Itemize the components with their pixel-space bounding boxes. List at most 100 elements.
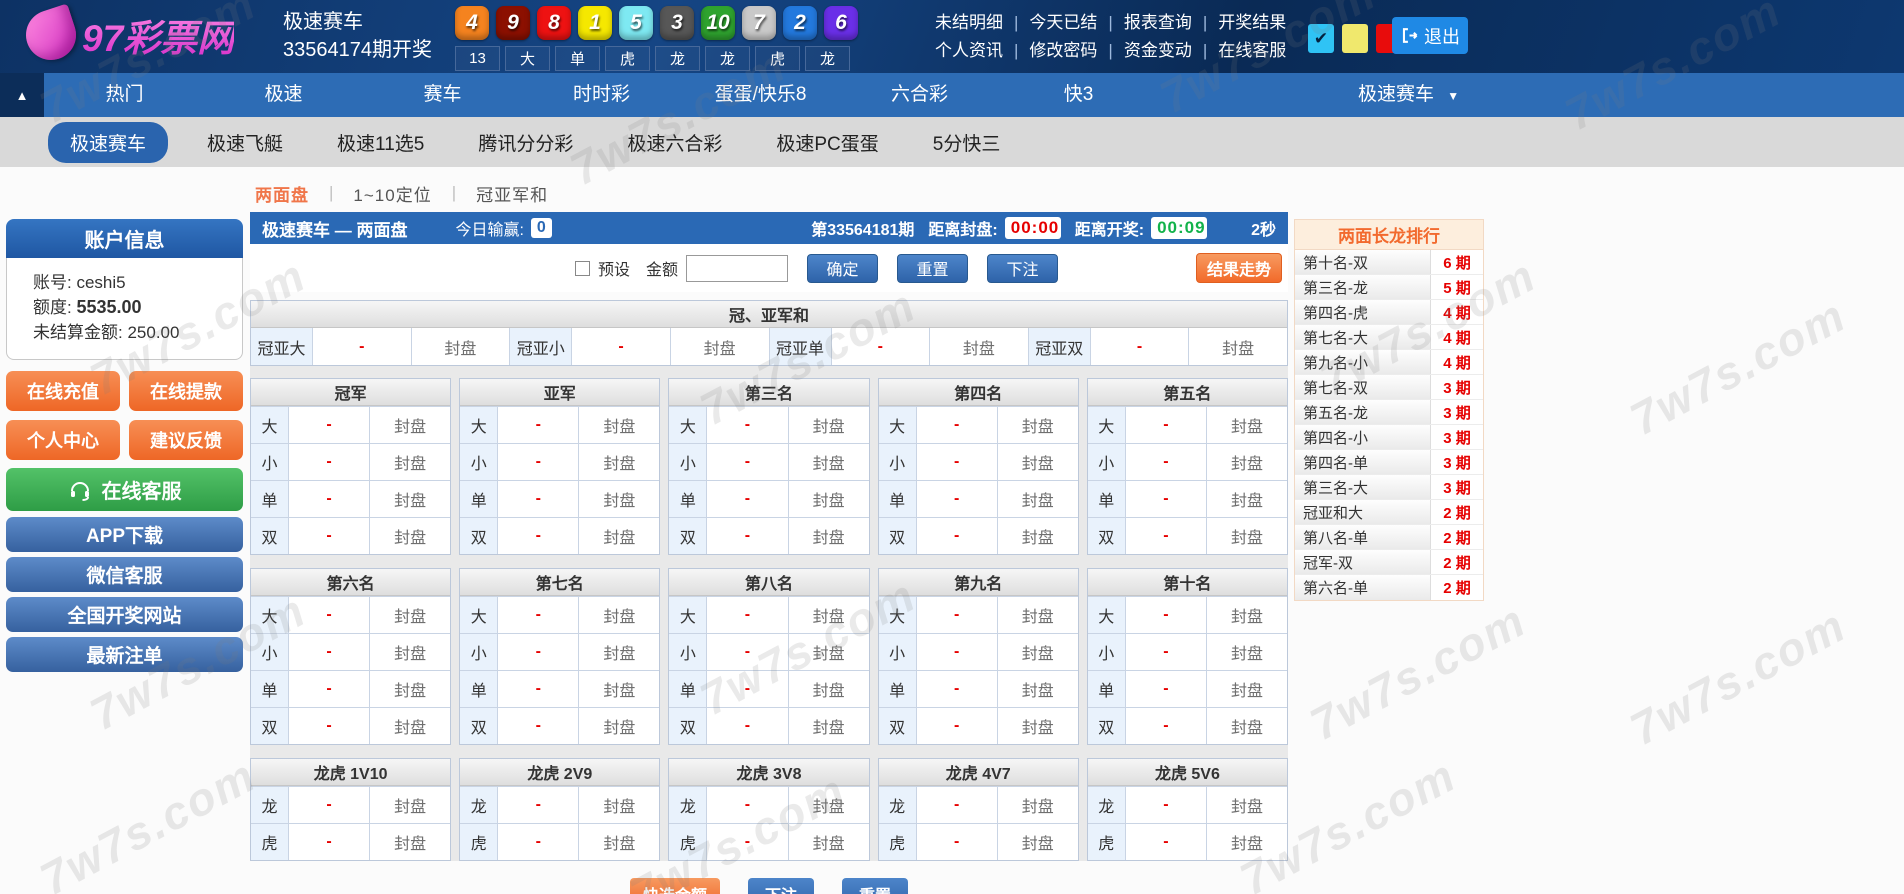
top-link[interactable]: 今天已结	[1029, 13, 1097, 32]
sidebar-button[interactable]: 微信客服	[6, 557, 243, 592]
bet-odds[interactable]: -	[498, 708, 578, 744]
game-dropdown[interactable]: 极速赛车 ▼	[1358, 73, 1459, 118]
bet-odds[interactable]: -	[917, 518, 997, 554]
bet-odds[interactable]: -	[498, 407, 578, 443]
nav-item[interactable]: 极速	[204, 73, 363, 117]
nav-item[interactable]: 六合彩	[840, 73, 999, 117]
subnav-item[interactable]: 5分快三	[906, 123, 1028, 162]
confirm-button[interactable]: 确定	[807, 253, 879, 283]
subnav-item[interactable]: 腾讯分分彩	[451, 123, 600, 162]
bet-odds[interactable]: -	[1126, 407, 1206, 443]
top-link[interactable]: 个人资讯	[935, 41, 1003, 60]
sidebar-button[interactable]: 最新注单	[6, 637, 243, 672]
bottom-action-button[interactable]: 下注	[748, 878, 814, 894]
nav-item[interactable]: 热门	[45, 73, 204, 117]
reset-button[interactable]: 重置	[897, 253, 969, 283]
bet-odds[interactable]: -	[1126, 671, 1206, 707]
bet-odds[interactable]: -	[917, 597, 997, 633]
bet-odds[interactable]: -	[289, 634, 369, 670]
nav-item[interactable]: 赛车	[363, 73, 522, 117]
bet-odds[interactable]: -	[917, 634, 997, 670]
bet-odds[interactable]: -	[917, 671, 997, 707]
bet-odds[interactable]: -	[1126, 634, 1206, 670]
bet-odds[interactable]: -	[917, 444, 997, 480]
bet-odds[interactable]: -	[289, 671, 369, 707]
bet-odds[interactable]: -	[917, 708, 997, 744]
preset-checkbox[interactable]	[575, 260, 590, 276]
sidebar-button[interactable]: 全国开奖网站	[6, 597, 243, 632]
bet-odds[interactable]: -	[1091, 328, 1189, 365]
bet-odds[interactable]: -	[707, 787, 787, 823]
nav-item[interactable]: 快3	[999, 73, 1158, 117]
bet-odds[interactable]: -	[707, 518, 787, 554]
bet-odds[interactable]: -	[498, 787, 578, 823]
top-link[interactable]: 在线客服	[1218, 41, 1286, 60]
bet-odds[interactable]: -	[707, 444, 787, 480]
bet-odds[interactable]: -	[1126, 824, 1206, 860]
bet-odds[interactable]: -	[707, 634, 787, 670]
bet-odds[interactable]: -	[498, 824, 578, 860]
bottom-action-button[interactable]: 重置	[842, 878, 908, 894]
top-link[interactable]: 修改密码	[1029, 41, 1097, 60]
result-trend-button[interactable]: 结果走势	[1196, 253, 1282, 283]
board-tab[interactable]: 冠亚军和	[476, 181, 548, 206]
bet-odds[interactable]: -	[289, 824, 369, 860]
bet-odds[interactable]: -	[1126, 787, 1206, 823]
subnav-item[interactable]: 极速11选5	[310, 123, 451, 162]
bet-odds[interactable]: -	[707, 407, 787, 443]
board-tab[interactable]: 两面盘	[255, 181, 309, 206]
bet-odds[interactable]: -	[832, 328, 930, 365]
bet-odds[interactable]: -	[498, 597, 578, 633]
bet-odds[interactable]: -	[498, 518, 578, 554]
amount-input[interactable]	[686, 254, 789, 282]
bet-odds[interactable]: -	[289, 708, 369, 744]
bet-odds[interactable]: -	[313, 328, 411, 365]
bet-odds[interactable]: -	[498, 481, 578, 517]
bet-odds[interactable]: -	[498, 444, 578, 480]
bet-odds[interactable]: -	[1126, 481, 1206, 517]
collapse-nav-button[interactable]: ▲	[0, 73, 44, 117]
cyan-checkbox[interactable]: ✔	[1308, 24, 1334, 53]
top-link[interactable]: 报表查询	[1124, 13, 1192, 32]
bet-odds[interactable]: -	[707, 708, 787, 744]
bet-odds[interactable]: -	[707, 481, 787, 517]
bet-odds[interactable]: -	[1126, 444, 1206, 480]
bet-odds[interactable]: -	[498, 634, 578, 670]
bet-odds[interactable]: -	[572, 328, 670, 365]
bet-odds[interactable]: -	[289, 407, 369, 443]
nav-item[interactable]: 蛋蛋/快乐8	[681, 73, 840, 117]
bet-odds[interactable]: -	[707, 671, 787, 707]
top-link[interactable]: 开奖结果	[1218, 13, 1286, 32]
bet-button[interactable]: 下注	[987, 253, 1059, 283]
top-link[interactable]: 未结明细	[935, 13, 1003, 32]
bet-odds[interactable]: -	[289, 444, 369, 480]
top-link[interactable]: 资金变动	[1124, 41, 1192, 60]
online-service-button[interactable]: 在线客服	[6, 468, 243, 511]
board-tab[interactable]: 1~10定位	[353, 181, 431, 206]
subnav-item[interactable]: 极速六合彩	[600, 123, 749, 162]
sidebar-button[interactable]: 在线充值	[6, 371, 120, 411]
subnav-item[interactable]: 极速赛车	[48, 121, 169, 163]
bet-odds[interactable]: -	[1126, 708, 1206, 744]
sidebar-button[interactable]: 建议反馈	[129, 420, 243, 460]
subnav-item[interactable]: 极速PC蛋蛋	[749, 123, 905, 162]
bet-odds[interactable]: -	[917, 787, 997, 823]
sidebar-button[interactable]: 个人中心	[6, 420, 120, 460]
bet-odds[interactable]: -	[707, 824, 787, 860]
bet-odds[interactable]: -	[917, 481, 997, 517]
bet-odds[interactable]: -	[289, 481, 369, 517]
bet-odds[interactable]: -	[498, 671, 578, 707]
bet-odds[interactable]: -	[289, 597, 369, 633]
bet-odds[interactable]: -	[707, 597, 787, 633]
bet-odds[interactable]: -	[289, 518, 369, 554]
bet-odds[interactable]: -	[917, 824, 997, 860]
bet-odds[interactable]: -	[1126, 518, 1206, 554]
bet-odds[interactable]: -	[289, 787, 369, 823]
bet-odds[interactable]: -	[1126, 597, 1206, 633]
site-logo[interactable]: 97彩票网	[19, 3, 234, 67]
logout-button[interactable]: 退出	[1392, 17, 1468, 54]
yellow-checkbox[interactable]	[1342, 24, 1368, 53]
subnav-item[interactable]: 极速飞艇	[180, 123, 310, 162]
sidebar-button[interactable]: APP下载	[6, 517, 243, 552]
bet-odds[interactable]: -	[917, 407, 997, 443]
